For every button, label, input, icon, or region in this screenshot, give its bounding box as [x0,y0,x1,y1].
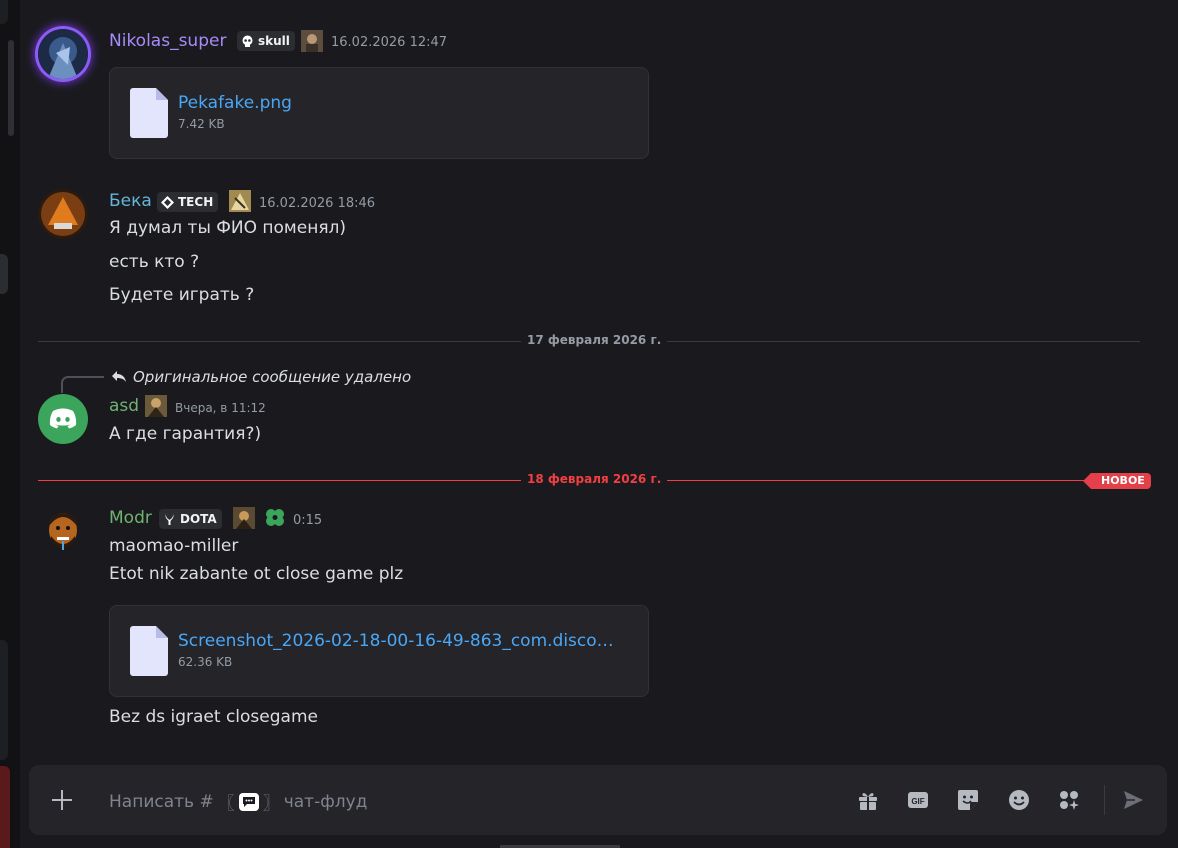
file-icon [130,88,168,138]
message-text: maomao-miller [109,536,239,556]
antlers-icon [165,513,174,525]
file-icon [130,626,168,676]
message-text: А где гарантия?) [109,424,262,444]
tag-label: TECH [178,195,214,209]
server-tag[interactable]: DOTA [159,509,222,529]
apps-icon[interactable] [1057,788,1081,812]
send-icon[interactable] [1121,788,1145,812]
left-panel-edge [0,0,20,848]
author-name[interactable]: asd [109,396,139,416]
emoji-icon[interactable] [1007,788,1031,812]
file-name-link[interactable]: Screenshot_2026-02-18-00-16-49-863_com.d… [178,631,614,651]
panel-fragment [0,254,8,294]
role-icon [145,395,167,417]
avatar[interactable] [38,394,88,444]
message-composer: Написать # 〖 〗 чат-флуд GIF [29,765,1167,835]
file-size: 7.42 KB [178,117,225,131]
message-text: Будете играть ? [109,285,255,305]
message-text: Bez ds igraet closegame [109,707,318,727]
author-name[interactable]: Бека [109,191,152,211]
author-name[interactable]: Nikolas_super [109,31,226,51]
gif-icon[interactable]: GIF [906,788,930,812]
placeholder-prefix: Написать # [109,791,214,812]
timestamp: 0:15 [293,513,323,528]
plus-icon[interactable] [50,788,74,812]
divider-date-label: 18 февраля 2026 г. [521,472,668,486]
role-icon [233,507,255,529]
timestamp: Вчера, в 11:12 [175,401,266,415]
avatar[interactable] [38,506,88,556]
new-badge: НОВОЕ [1083,473,1151,489]
file-name-link[interactable]: Pekafake.png [178,93,292,113]
panel-fragment [0,766,10,848]
reply-connector [61,376,104,393]
timestamp: 16.02.2026 18:46 [259,196,376,211]
file-attachment[interactable]: Pekafake.png 7.42 KB [109,67,649,159]
tag-label: DOTA [180,512,217,526]
message-text: есть кто ? [109,252,200,272]
file-attachment[interactable]: Screenshot_2026-02-18-00-16-49-863_com.d… [109,605,649,697]
message-text: Я думал ты ФИО поменял) [109,218,347,238]
role-icon [301,30,323,52]
avatar[interactable] [38,189,88,239]
diamond-icon [161,195,174,209]
role-icon [229,190,251,212]
svg-text:GIF: GIF [911,797,924,806]
server-tag[interactable]: skull [237,31,295,51]
message-text: Etot nik zabante ot close game plz [109,564,404,584]
message-list: Nikolas_super skull 16.02.2026 12:47 Pek… [20,0,1178,848]
message-input[interactable]: Написать # 〖 〗 чат-флуд [109,789,368,815]
skull-icon [242,35,253,47]
divider-date-label: 17 февраля 2026 г. [521,333,668,347]
channel-bracket-left: 〖 [217,794,235,814]
avatar[interactable] [38,29,88,79]
timestamp: 16.02.2026 12:47 [331,35,448,50]
panel-fragment [0,640,8,760]
channel-bracket-right: 〗 [262,794,280,814]
scrollbar-thumb[interactable] [8,40,14,136]
gift-icon[interactable] [856,788,880,812]
reply-icon [112,371,126,382]
speech-bubble-icon [238,792,259,811]
sticker-icon[interactable] [956,788,980,812]
toolbar-separator [1104,785,1105,815]
tag-label: skull [258,34,290,48]
panel-fragment [0,0,8,24]
file-size: 62.36 KB [178,655,233,669]
reply-deleted-text[interactable]: Оригинальное сообщение удалено [133,368,411,386]
discord-logo-icon [49,408,77,429]
clover-icon [266,509,284,526]
author-name[interactable]: Modr [109,508,152,528]
channel-name: чат-флуд [283,791,368,812]
server-tag[interactable]: TECH [157,192,219,212]
